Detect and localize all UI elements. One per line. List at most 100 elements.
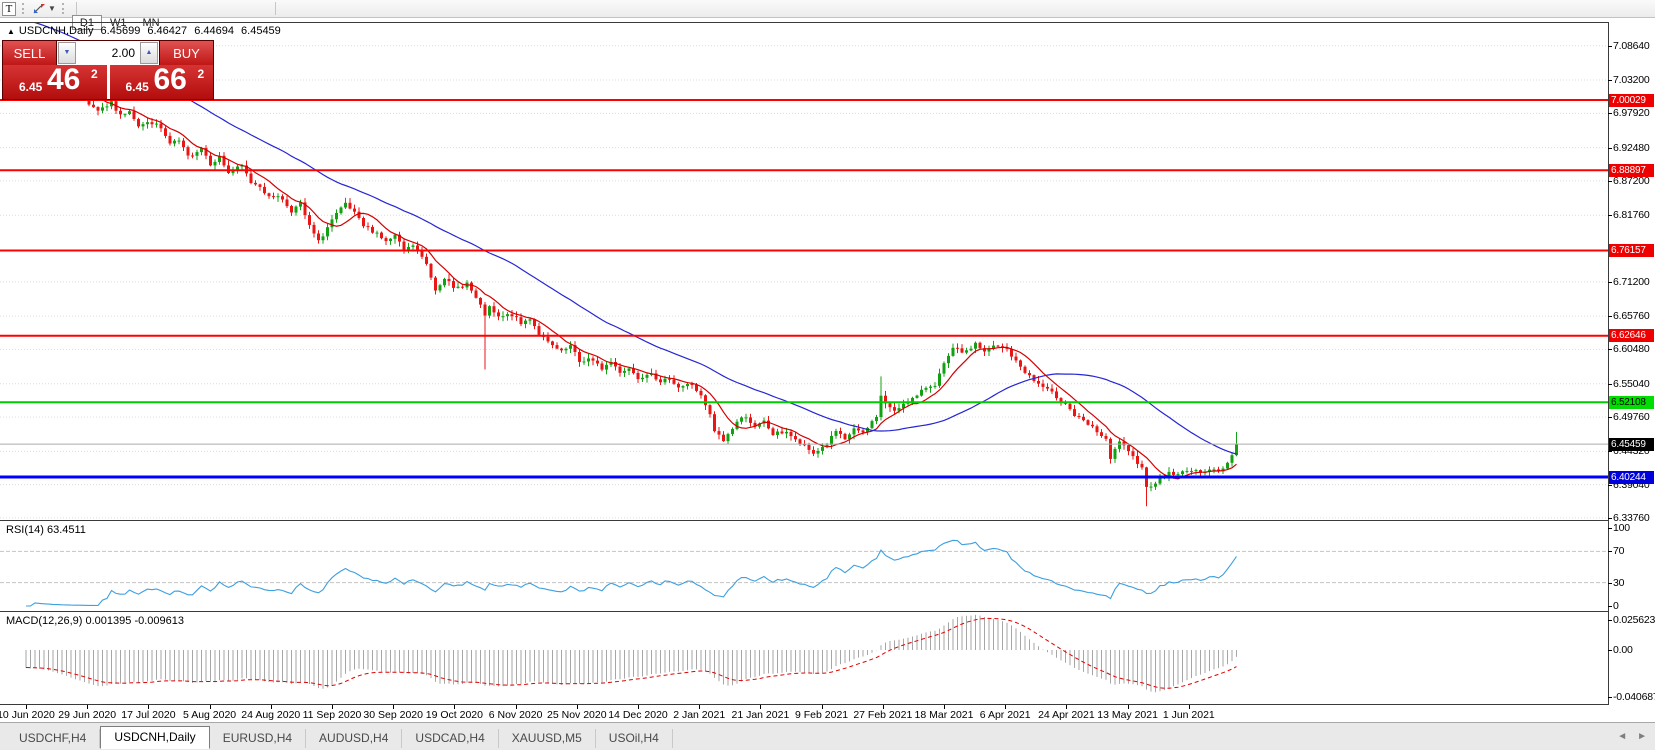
price-axis-tick [1608,181,1612,182]
chart-tab-bar: USDCHF,H4USDCNH,DailyEURUSD,H4AUDUSD,H4U… [0,722,1655,750]
price-axis-tick [1608,349,1612,350]
price-axis-tick [1608,113,1612,114]
price-axis-label: 6.49760 [1613,411,1650,423]
price-axis-label: 6.87200 [1613,175,1650,187]
symbol-title: USDCNH,Daily [19,25,94,37]
chart-tab-audusd-h4[interactable]: AUDUSD,H4 [306,729,402,748]
date-axis: 10 Jun 202029 Jun 202017 Jul 20205 Aug 2… [0,705,1655,722]
price-level-tag: 6.45459 [1609,438,1654,451]
timeframe-m30[interactable]: M30 [172,0,209,2]
sell-price-prefix: 6.45 [19,80,42,94]
price-axis-label: 6.92480 [1613,142,1650,154]
chart-tab-usdchf-h4[interactable]: USDCHF,H4 [6,729,100,748]
macd-chart[interactable] [0,612,1608,704]
chevron-down-icon[interactable]: ▼ [48,4,56,13]
price-level-tag: 7.00029 [1609,94,1654,107]
buy-price-digits: 66 [154,63,187,97]
toolbar: T ▼ M1M5M15M30H1H4D1W1MN [0,0,1655,18]
rsi-axis-label: 0 [1613,600,1619,612]
ohlc-high: 6.46427 [147,25,187,37]
price-chart[interactable] [0,22,1608,520]
sell-price-box[interactable]: 6.45 46 2 [3,65,107,99]
macd-main-value: 0.001395 [85,615,131,627]
sell-price-digits: 46 [47,63,80,97]
rsi-axis-tick [1608,528,1612,529]
price-level-tag: 6.62646 [1609,329,1654,342]
price-axis-tick [1608,417,1612,418]
timeframe-m5[interactable]: M5 [103,0,134,2]
price-axis-tick [1608,46,1612,47]
rsi-axis-label: 30 [1613,577,1624,589]
toolbar-separator [275,2,276,15]
price-axis-tick [1608,215,1612,216]
sell-price-pip: 2 [91,67,98,81]
macd-label: MACD(12,26,9) 0.001395 -0.009613 [6,615,184,627]
chart-tab-usdcnh-daily[interactable]: USDCNH,Daily [100,726,209,749]
rsi-axis-tick [1608,551,1612,552]
price-arrows-icon[interactable] [32,2,48,15]
buy-price-pip: 2 [198,67,205,81]
price-axis: 7.08640 7.03200 6.97920 6.92480 6.87200 6.817… [1608,0,1655,749]
rsi-chart[interactable] [0,521,1608,612]
price-level-tag: 6.52108 [1609,396,1654,409]
timeframe-h1[interactable]: H1 [209,0,239,2]
timeframe-h4[interactable]: H4 [239,0,269,2]
sell-button[interactable]: SELL [3,41,57,65]
ohlc-low: 6.44694 [194,25,234,37]
price-axis-tick [1608,80,1612,81]
price-axis-label: 6.81760 [1613,209,1650,221]
text-tool-button[interactable]: T [2,2,16,16]
volume-stepper: ▼ ▲ [57,41,159,65]
rsi-separator[interactable] [0,520,1608,521]
trade-panel-top-row: SELL ▼ ▲ BUY [3,41,213,65]
chart-top-border [0,22,1608,23]
price-axis-label: 7.03200 [1613,74,1650,86]
price-axis-label: 6.97920 [1613,107,1650,119]
mt4-window: { "toolbar": { "text_tool_label": "T", "… [0,0,1655,749]
one-click-trading-toggle-icon[interactable]: ▲ [7,27,15,36]
price-axis-tick [1608,316,1612,317]
macd-axis-tick [1608,697,1612,698]
macd-axis-label: 0.025623 [1613,614,1655,626]
macd-axis-tick [1608,650,1612,651]
rsi-label: RSI(14) 63.4511 [6,524,86,536]
timeframe-m1[interactable]: M1 [72,0,103,2]
rsi-name: RSI(14) [6,524,44,536]
rsi-axis-label: 70 [1613,545,1624,557]
price-axis-tick [1608,282,1612,283]
volume-decrease-button[interactable]: ▼ [58,42,76,64]
rsi-axis-tick [1608,583,1612,584]
buy-price-box[interactable]: 6.45 66 2 [110,65,214,99]
date-axis-label: 1 Jun 2021 [1149,709,1229,721]
macd-separator[interactable] [0,611,1608,612]
tabs-holder: USDCHF,H4USDCNH,DailyEURUSD,H4AUDUSD,H4U… [0,726,673,750]
price-axis-label: 6.65760 [1613,310,1650,322]
price-axis-tick [1608,384,1612,385]
volume-input[interactable] [77,45,139,61]
timeframe-m15[interactable]: M15 [134,0,171,2]
macd-axis-label: -0.040687 [1613,691,1655,703]
price-axis-label: 7.08640 [1613,40,1650,52]
price-level-tag: 6.88897 [1609,164,1654,177]
toolbar-grip [22,3,26,14]
one-click-trading-panel: SELL ▼ ▲ BUY 6.45 46 2 6.45 66 2 [2,40,214,100]
buy-price-prefix: 6.45 [126,80,149,94]
price-axis-tick [1608,451,1612,452]
toolbar-grip [62,3,66,14]
price-axis-tick [1608,485,1612,486]
chart-tab-xauusd-m5[interactable]: XAUUSD,M5 [499,729,596,748]
chart-tab-usdcad-h4[interactable]: USDCAD,H4 [402,729,498,748]
toolbar-separator [76,2,77,15]
macd-axis-label: 0.00 [1613,644,1633,656]
chart-tab-usoil-h4[interactable]: USOil,H4 [596,729,673,748]
macd-axis-tick [1608,620,1612,621]
volume-increase-button[interactable]: ▲ [140,42,158,64]
price-level-tag: 6.76157 [1609,244,1654,257]
price-axis-tick [1608,148,1612,149]
chart-tab-eurusd-h4[interactable]: EURUSD,H4 [210,729,306,748]
macd-name: MACD(12,26,9) [6,615,82,627]
buy-button[interactable]: BUY [159,41,213,65]
rsi-axis-label: 100 [1613,522,1630,534]
rsi-value: 63.4511 [47,524,86,536]
price-axis-label: 6.71200 [1613,276,1650,288]
